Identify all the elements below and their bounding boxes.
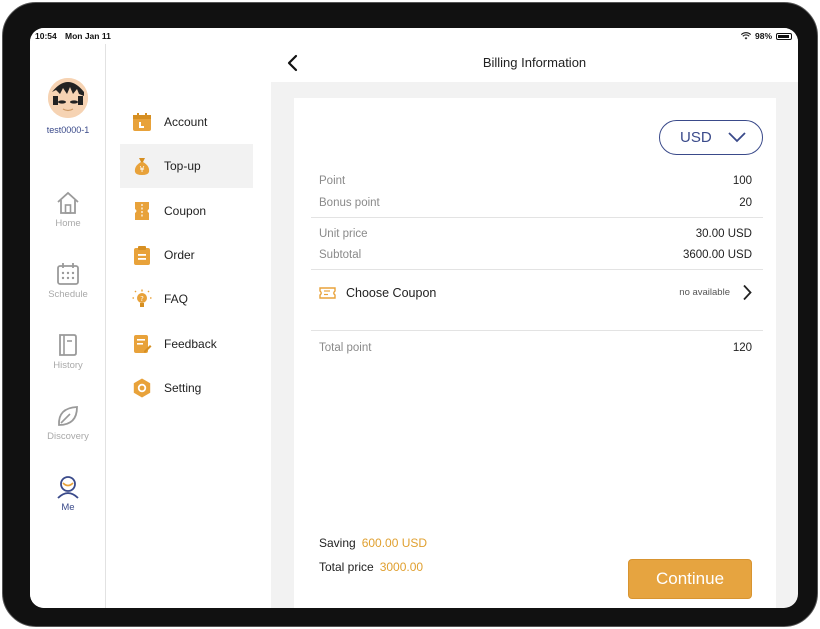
wifi-icon: [740, 32, 751, 40]
subtotal-row: Subtotal 3600.00 USD: [319, 249, 752, 261]
total-point-label: Total point: [319, 342, 372, 354]
menu-label-account: Account: [164, 115, 208, 129]
menu-label-order: Order: [164, 248, 195, 262]
menu-item-order[interactable]: Order: [120, 233, 253, 277]
clipboard-icon: [132, 245, 152, 265]
book-icon: [59, 334, 77, 356]
menu-item-feedback[interactable]: Feedback: [120, 322, 253, 366]
lightbulb-icon: ?: [132, 289, 152, 309]
nav-item-home[interactable]: Home: [30, 190, 106, 229]
status-date: Mon Jan 11: [65, 31, 111, 41]
gear-icon: [132, 378, 152, 398]
unit-price-label: Unit price: [319, 228, 368, 240]
nav-label-schedule: Schedule: [48, 289, 88, 300]
choose-coupon-label: Choose Coupon: [346, 286, 437, 300]
point-row: Point 100: [319, 175, 752, 187]
saving-amount: 600.00 USD: [361, 536, 428, 550]
svg-text:¥: ¥: [139, 165, 144, 174]
battery-percent: 98%: [754, 31, 772, 41]
coupon-status: no available: [679, 287, 730, 298]
bonus-point-row: Bonus point 20: [319, 197, 752, 209]
continue-button[interactable]: Continue: [628, 559, 752, 599]
total-price-line: Total price 3000.00: [319, 560, 423, 574]
nav-label-discovery: Discovery: [47, 431, 89, 442]
menu-label-coupon: Coupon: [164, 204, 207, 218]
divider: [311, 269, 763, 270]
divider: [311, 217, 763, 218]
status-bar: 10:54 Mon Jan 11 98%: [30, 28, 798, 44]
nav-item-schedule[interactable]: Schedule: [30, 261, 106, 300]
saving-label: Saving: [319, 536, 356, 550]
nav-item-history[interactable]: History: [30, 332, 106, 371]
menu-item-setting[interactable]: Setting: [120, 366, 253, 410]
currency-value: USD: [680, 129, 712, 146]
nav-item-discovery[interactable]: Discovery: [30, 403, 106, 442]
subtotal-label: Subtotal: [319, 249, 362, 261]
nav-item-me[interactable]: Me: [30, 474, 106, 513]
leaf-icon: [58, 406, 78, 426]
menu-item-coupon[interactable]: Coupon: [120, 189, 253, 233]
total-point-row: Total point 120: [319, 342, 752, 354]
menu-label-top-up: Top-up: [164, 159, 201, 173]
ticket-icon: [319, 287, 336, 299]
calendar-icon: [57, 263, 79, 285]
nav-label-history: History: [53, 360, 83, 371]
nav-label-me: Me: [61, 502, 75, 513]
screen: 10:54 Mon Jan 11 98% test0000-1 Home Sch…: [30, 28, 798, 608]
money-bag-icon: ¥: [132, 156, 152, 176]
unit-price-value: 30.00 USD: [695, 228, 752, 240]
feedback-icon: [132, 334, 152, 354]
avatar[interactable]: [48, 78, 88, 118]
total-price-label: Total price: [319, 560, 374, 574]
choose-coupon-row[interactable]: Choose Coupon no available: [319, 283, 752, 303]
subtotal-value: 3600.00 USD: [682, 249, 752, 261]
svg-text:?: ?: [140, 295, 144, 303]
settings-menu: Account ¥ Top-up Coupon Order ? FAQ Feed…: [106, 44, 271, 608]
battery-icon: [776, 32, 792, 40]
username: test0000-1: [46, 125, 90, 135]
menu-item-account[interactable]: Account: [120, 100, 253, 144]
billing-card: USD Point 100 Bonus point 20 Unit price …: [294, 98, 776, 608]
nav-label-home: Home: [55, 218, 81, 229]
status-indicators: 98%: [740, 31, 792, 41]
calendar-icon: [132, 112, 152, 132]
status-time: 10:54: [35, 31, 57, 41]
saving-line: Saving 600.00 USD: [319, 536, 427, 550]
menu-item-top-up[interactable]: ¥ Top-up: [120, 144, 253, 188]
menu-item-faq[interactable]: ? FAQ: [120, 277, 253, 321]
menu-label-setting: Setting: [164, 381, 202, 395]
total-point-value: 120: [732, 342, 752, 354]
user-icon: [57, 476, 79, 499]
menu-label-faq: FAQ: [164, 292, 189, 306]
unit-price-row: Unit price 30.00 USD: [319, 228, 752, 240]
home-icon: [57, 191, 79, 214]
bonus-point-label: Bonus point: [319, 197, 380, 209]
nav-rail: test0000-1 Home Schedule History Discove…: [30, 44, 106, 608]
chevron-right-icon: [743, 284, 752, 301]
avatar-image: [48, 78, 88, 118]
page-title: Billing Information: [482, 55, 587, 70]
coupon-icon: [132, 201, 152, 221]
bonus-point-value: 20: [739, 197, 752, 209]
point-label: Point: [319, 175, 346, 187]
total-price-amount: 3000.00: [379, 560, 424, 574]
device-frame: 10:54 Mon Jan 11 98% test0000-1 Home Sch…: [2, 2, 818, 627]
divider: [311, 330, 763, 331]
content-header: Billing Information: [271, 44, 798, 82]
point-value: 100: [732, 175, 752, 187]
menu-label-feedback: Feedback: [164, 337, 217, 351]
currency-select[interactable]: USD: [659, 120, 763, 155]
chevron-down-icon: [728, 132, 746, 143]
